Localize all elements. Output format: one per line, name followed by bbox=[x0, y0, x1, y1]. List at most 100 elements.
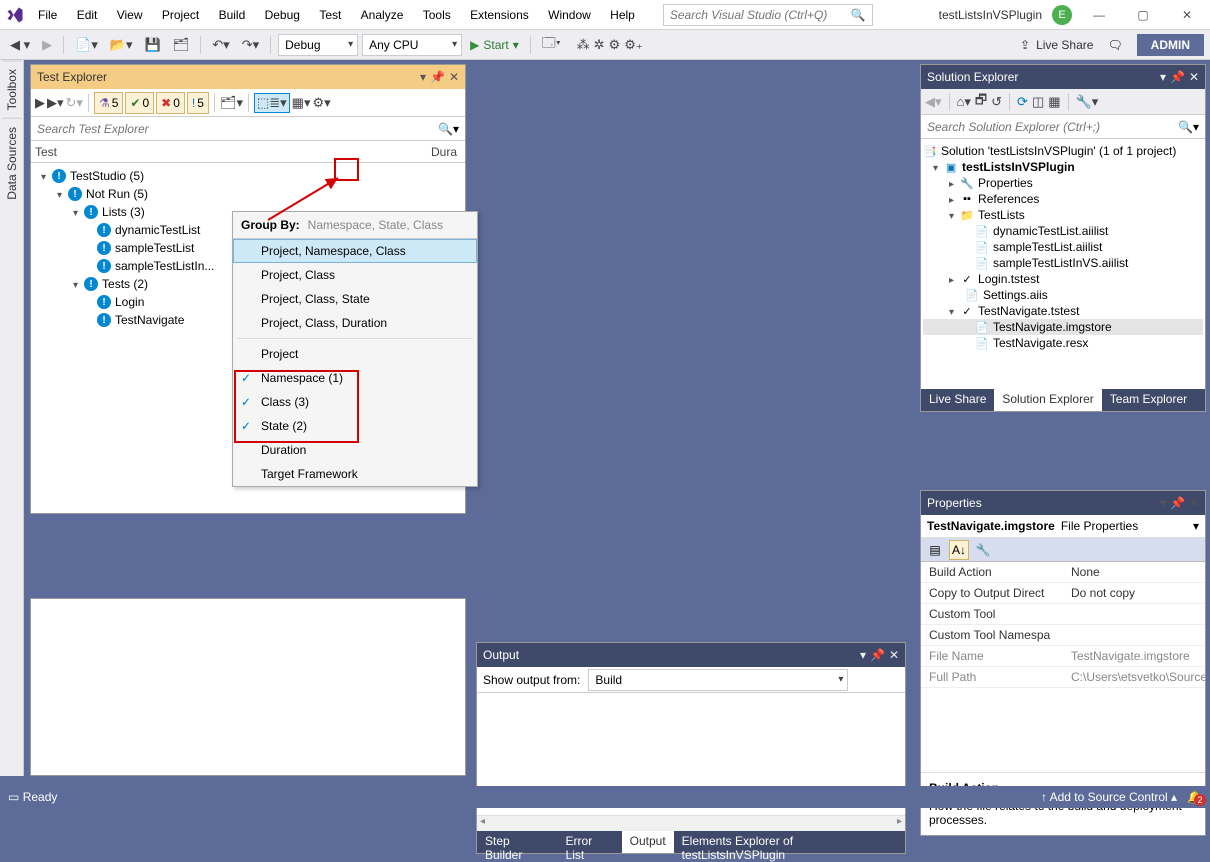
file-node[interactable]: 📄dynamicTestList.aiilist bbox=[923, 223, 1203, 239]
output-source-combo[interactable]: Build bbox=[588, 669, 848, 691]
menu-file[interactable]: File bbox=[30, 4, 65, 26]
file-node-selected[interactable]: 📄TestNavigate.imgstore bbox=[923, 319, 1203, 335]
panel-dropdown-icon[interactable]: ▾ bbox=[860, 648, 866, 662]
maximize-button[interactable]: ▢ bbox=[1126, 4, 1160, 26]
close-panel-icon[interactable]: ✕ bbox=[889, 648, 899, 662]
nav-back-button[interactable]: ◀ ▾ bbox=[6, 35, 34, 55]
start-button[interactable]: ▶Start ▾ bbox=[466, 36, 523, 54]
panel-dropdown-icon[interactable]: ▾ bbox=[420, 70, 426, 84]
fail-count[interactable]: ✖0 bbox=[156, 92, 185, 114]
notifications-button[interactable]: 🔔2 bbox=[1187, 790, 1202, 804]
ext1-icon[interactable]: ⁂ bbox=[577, 37, 590, 53]
file-node[interactable]: ✓TestNavigate.tstest bbox=[923, 303, 1203, 319]
alpha-sort-button[interactable]: A↓ bbox=[949, 540, 969, 560]
platform-combo[interactable]: Any CPU bbox=[362, 34, 462, 56]
file-node[interactable]: 📄Settings.aiis bbox=[923, 287, 1203, 303]
properties-icon[interactable]: 🔧▾ bbox=[1076, 94, 1099, 110]
show-all-icon[interactable]: ▦ bbox=[1048, 94, 1060, 110]
search-icon[interactable]: 🔍▾ bbox=[438, 122, 459, 136]
popup-item[interactable]: Duration bbox=[233, 438, 477, 462]
tree-root[interactable]: !TestStudio (5) bbox=[41, 167, 465, 185]
menu-debug[interactable]: Debug bbox=[257, 4, 308, 26]
live-share-button[interactable]: ⇪ Live Share bbox=[1020, 38, 1093, 52]
popup-item-checked[interactable]: Namespace (1) bbox=[233, 366, 477, 390]
solution-node[interactable]: 📑Solution 'testListsInVSPlugin' (1 of 1 … bbox=[923, 143, 1203, 159]
tree-notrun[interactable]: !Not Run (5) bbox=[41, 185, 465, 203]
tab-step-builder[interactable]: Step Builder bbox=[477, 831, 558, 853]
col-test[interactable]: Test bbox=[35, 145, 431, 159]
prop-val[interactable]: None bbox=[1063, 562, 1205, 583]
property-object-selector[interactable]: TestNavigate.imgstore File Properties ▾ bbox=[921, 515, 1205, 538]
tab-elements-explorer[interactable]: Elements Explorer of testListsInVSPlugin bbox=[674, 831, 905, 853]
side-tab-toolbox[interactable]: Toolbox bbox=[2, 60, 22, 118]
group-hierarchy-button[interactable]: ⬚≣▾ bbox=[254, 93, 290, 113]
tab-liveshare[interactable]: Live Share bbox=[921, 389, 994, 411]
file-node[interactable]: 📄sampleTestListInVS.aiilist bbox=[923, 255, 1203, 271]
user-avatar[interactable]: E bbox=[1052, 5, 1072, 25]
col-dura[interactable]: Dura bbox=[431, 145, 457, 159]
feedback-icon[interactable]: 🗨 bbox=[1107, 38, 1122, 52]
popup-item[interactable]: Project, Class, State bbox=[233, 287, 477, 311]
global-search-input[interactable] bbox=[670, 8, 851, 22]
solution-search[interactable]: 🔍▾ bbox=[921, 115, 1205, 139]
test-explorer-search-input[interactable] bbox=[37, 122, 438, 136]
pin-icon[interactable]: 📌 bbox=[870, 648, 885, 662]
close-panel-icon[interactable]: ✕ bbox=[1189, 70, 1199, 84]
output-scrollbar[interactable] bbox=[477, 815, 905, 831]
file-node[interactable]: 📄sampleTestList.aiilist bbox=[923, 239, 1203, 255]
info-count[interactable]: !5 bbox=[187, 92, 209, 114]
tab-solution-explorer[interactable]: Solution Explorer bbox=[994, 389, 1101, 411]
nav-fwd-button[interactable]: ▶ bbox=[38, 35, 56, 55]
flask-count[interactable]: ⚗5 bbox=[94, 92, 123, 114]
sync-icon[interactable]: 🗗 bbox=[975, 91, 987, 113]
collapse-icon[interactable]: ◫ bbox=[1032, 94, 1044, 110]
popup-item-checked[interactable]: State (2) bbox=[233, 414, 477, 438]
popup-item[interactable]: Project, Class bbox=[233, 263, 477, 287]
step-button[interactable]: 🗔▾ bbox=[538, 32, 565, 58]
popup-item[interactable]: Project, Namespace, Class bbox=[233, 239, 477, 263]
solution-search-input[interactable] bbox=[927, 120, 1178, 134]
popup-item-checked[interactable]: Class (3) bbox=[233, 390, 477, 414]
close-button[interactable]: ✕ bbox=[1170, 4, 1204, 26]
categorize-button[interactable]: ▤ bbox=[925, 540, 945, 560]
columns-button[interactable]: ▦▾ bbox=[292, 95, 311, 111]
prop-val[interactable] bbox=[1063, 625, 1205, 646]
prop-pages-button[interactable]: 🔧 bbox=[973, 540, 993, 560]
back-icon[interactable]: ◀▾ bbox=[925, 94, 942, 110]
ext4-icon[interactable]: ⚙₊ bbox=[624, 37, 643, 53]
menu-analyze[interactable]: Analyze bbox=[353, 4, 412, 26]
prop-val[interactable] bbox=[1063, 604, 1205, 625]
run-all-button[interactable]: ▶ bbox=[35, 95, 45, 111]
menu-view[interactable]: View bbox=[109, 4, 151, 26]
close-panel-icon[interactable]: ✕ bbox=[1189, 496, 1199, 510]
prop-key[interactable]: Custom Tool bbox=[921, 604, 1063, 625]
project-node[interactable]: ▣testListsInVSPlugin bbox=[923, 159, 1203, 175]
global-search[interactable]: 🔍 bbox=[663, 4, 873, 26]
scope-icon[interactable]: ↺ bbox=[991, 94, 1002, 110]
menu-build[interactable]: Build bbox=[211, 4, 254, 26]
menu-extensions[interactable]: Extensions bbox=[462, 4, 537, 26]
pass-count[interactable]: ✔0 bbox=[125, 92, 154, 114]
playlist-button[interactable]: 🗂▾ bbox=[220, 95, 243, 111]
repeat-button[interactable]: ↻▾ bbox=[66, 95, 83, 111]
menu-edit[interactable]: Edit bbox=[69, 4, 106, 26]
menu-tools[interactable]: Tools bbox=[415, 4, 459, 26]
menu-window[interactable]: Window bbox=[540, 4, 599, 26]
menu-test[interactable]: Test bbox=[311, 4, 349, 26]
pin-icon[interactable]: 📌 bbox=[430, 70, 445, 84]
new-item-button[interactable]: 📄▾ bbox=[71, 35, 102, 55]
prop-key[interactable]: Build Action bbox=[921, 562, 1063, 583]
prop-key[interactable]: Copy to Output Direct bbox=[921, 583, 1063, 604]
undo-button[interactable]: ↶▾ bbox=[208, 35, 233, 55]
minimize-button[interactable]: — bbox=[1082, 4, 1116, 26]
save-all-button[interactable]: 🗂 bbox=[169, 35, 194, 55]
source-control-button[interactable]: ↑ Add to Source Control ▴ bbox=[1041, 790, 1177, 804]
references-node[interactable]: ▪▪References bbox=[923, 191, 1203, 207]
open-button[interactable]: 📂▾ bbox=[106, 35, 137, 55]
config-combo[interactable]: Debug bbox=[278, 34, 358, 56]
tab-output[interactable]: Output bbox=[622, 831, 674, 853]
side-tab-datasources[interactable]: Data Sources bbox=[2, 118, 22, 208]
tab-team-explorer[interactable]: Team Explorer bbox=[1102, 389, 1195, 411]
test-explorer-search[interactable]: 🔍▾ bbox=[31, 117, 465, 141]
testlists-folder[interactable]: 📁TestLists bbox=[923, 207, 1203, 223]
